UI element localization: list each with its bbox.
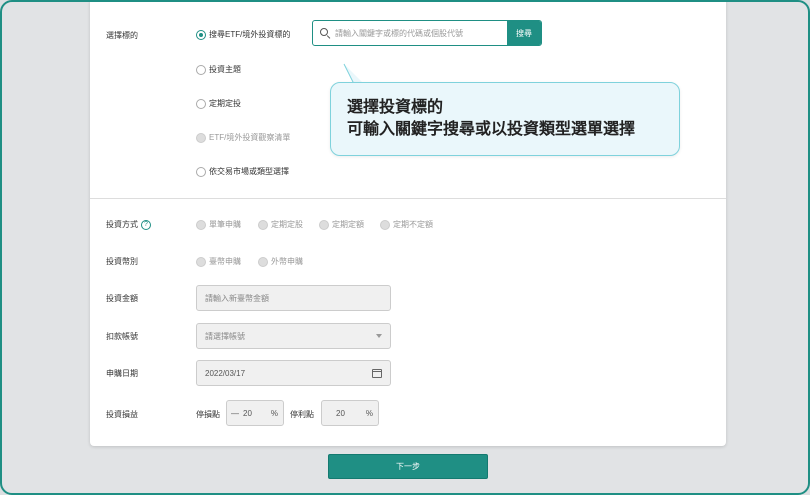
help-icon[interactable]: ? <box>141 219 151 230</box>
radio-label: 單筆申購 <box>209 220 241 229</box>
radio-label: 投資主題 <box>209 65 241 74</box>
search-input[interactable]: 請輸入關鍵字或標的代碼或個股代號 <box>331 28 507 39</box>
radio-label: 臺幣申購 <box>209 257 241 266</box>
stop-profit-label: 停利點 <box>290 410 314 419</box>
app-frame: 選擇標的 搜尋ETF/境外投資標的 請輸入關鍵字或標的代碼或個股代號 搜尋 投資… <box>0 0 810 495</box>
minus-sign: — <box>231 408 239 418</box>
order-form-card: 選擇標的 搜尋ETF/境外投資標的 請輸入關鍵字或標的代碼或個股代號 搜尋 投資… <box>90 2 726 446</box>
section-divider <box>90 198 726 199</box>
radio-dot-disabled <box>196 132 206 143</box>
method-label-text: 投資方式 <box>106 220 138 229</box>
tooltip-callout: 選擇投資標的 可輸入關鍵字搜尋或以投資類型選單選擇 <box>330 82 680 156</box>
calendar-icon <box>372 368 382 378</box>
radio-dot-selected <box>196 29 206 40</box>
search-icon <box>319 27 331 39</box>
stop-profit-input: 20 % <box>321 400 379 426</box>
radio-label: 定期定投 <box>209 99 241 108</box>
radio-dot-disabled <box>258 219 268 230</box>
amount-label: 投資金額 <box>106 294 138 303</box>
radio-dot-disabled <box>258 256 268 267</box>
tooltip-line-2: 可輸入關鍵字搜尋或以投資類型選單選擇 <box>347 121 636 138</box>
account-label: 扣款帳號 <box>106 332 138 341</box>
chevron-down-icon <box>376 334 382 338</box>
pnl-label: 投資損益 <box>106 410 138 419</box>
date-value: 2022/03/17 <box>205 368 246 378</box>
radio-dot-disabled <box>196 256 206 267</box>
date-input: 2022/03/17 <box>196 360 391 386</box>
account-select: 請選擇帳號 <box>196 323 391 349</box>
radio-dot <box>196 98 206 109</box>
account-select-value: 請選擇帳號 <box>205 331 245 341</box>
radio-dot-disabled <box>319 219 329 230</box>
radio-regular-share[interactable]: 定期定投 <box>196 98 241 109</box>
currency-label: 投資幣別 <box>106 257 138 266</box>
percent-unit: % <box>270 408 278 418</box>
radio-label: 定期不定額 <box>393 220 433 229</box>
radio-label: ETF/境外投資觀察清單 <box>209 133 291 142</box>
stop-loss-input: — 20 % <box>226 400 284 426</box>
radio-dot-disabled <box>380 219 390 230</box>
radio-dot <box>196 166 206 177</box>
radio-label: 定期定額 <box>332 220 364 229</box>
search-button[interactable]: 搜尋 <box>507 21 541 45</box>
percent-unit: % <box>365 408 373 418</box>
radio-label: 外幣申購 <box>271 257 303 266</box>
radio-label: 搜尋ETF/境外投資標的 <box>209 30 291 39</box>
radio-market-type[interactable]: 依交易市場或類型選擇 <box>196 166 289 177</box>
date-label: 申購日期 <box>106 369 138 378</box>
radio-method-regular-amount: 定期定額 <box>319 219 364 230</box>
radio-method-regular-share: 定期定股 <box>258 219 303 230</box>
stop-loss-label: 停損點 <box>196 410 220 419</box>
radio-theme[interactable]: 投資主題 <box>196 64 241 75</box>
radio-watchlist: ETF/境外投資觀察清單 <box>196 132 290 143</box>
radio-label: 定期定股 <box>271 220 303 229</box>
method-label: 投資方式 ? <box>106 219 151 230</box>
radio-search-etf[interactable]: 搜尋ETF/境外投資標的 <box>196 29 290 40</box>
radio-method-single: 單筆申購 <box>196 219 241 230</box>
radio-currency-foreign: 外幣申購 <box>258 256 303 267</box>
stop-loss-value: 20 <box>243 408 252 418</box>
radio-dot <box>196 64 206 75</box>
radio-label: 依交易市場或類型選擇 <box>209 167 289 176</box>
next-step-button[interactable]: 下一步 <box>328 454 488 479</box>
search-box: 請輸入關鍵字或標的代碼或個股代號 搜尋 <box>312 20 542 46</box>
stop-profit-value: 20 <box>336 408 345 418</box>
amount-input: 請輸入新臺幣金額 <box>196 285 391 311</box>
radio-currency-twd: 臺幣申購 <box>196 256 241 267</box>
target-label: 選擇標的 <box>106 31 138 40</box>
radio-method-irregular: 定期不定額 <box>380 219 433 230</box>
radio-dot-disabled <box>196 219 206 230</box>
tooltip-line-1: 選擇投資標的 <box>347 99 444 116</box>
